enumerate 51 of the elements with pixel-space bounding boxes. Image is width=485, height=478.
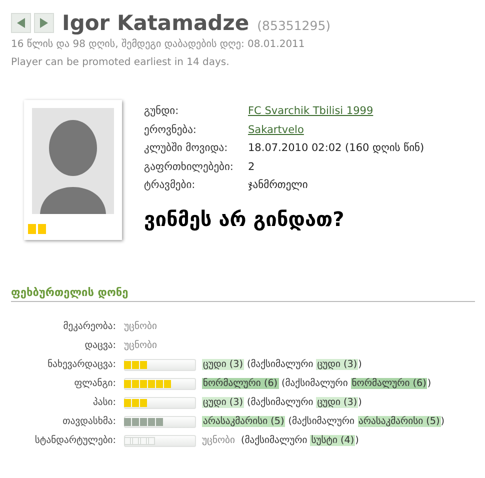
max-label: (მაქსიმალური <box>288 416 354 427</box>
player-id: (85351295) <box>257 18 331 33</box>
max-label: (მაქსიმალური <box>240 435 308 446</box>
skill-rating: უცნობი <box>202 435 235 446</box>
skill-rating: ცუდი (3) <box>202 359 244 370</box>
skill-label: სტანდარტულები: <box>34 435 116 446</box>
skill-value: უცნობი <box>124 340 157 351</box>
info-link[interactable]: FC Svarchik Tbilisi 1999 <box>248 102 424 120</box>
skill-rating: ნორმალური (6) <box>202 378 279 389</box>
max-label: (მაქსიმალური <box>246 359 314 370</box>
skill-label: თავდასხმა: <box>62 416 116 427</box>
info-link[interactable]: Sakartvelo <box>248 120 424 139</box>
skill-value: უცნობი <box>124 321 157 332</box>
slogan-text: ვინმეს არ გინდათ? <box>144 206 346 230</box>
right-triangle-icon <box>39 17 49 29</box>
promotion-text: Player can be promoted earliest in 14 days. <box>11 56 230 70</box>
max-rating: სუსტი (4) <box>310 435 356 446</box>
closing-parenthesis: ) <box>355 435 359 446</box>
info-value: 18.07.2010 02:02 (160 დღის წინ) <box>248 141 424 156</box>
skill-label: ნახევარდაცვა: <box>46 359 116 370</box>
max-rating: ნორმალური (6) <box>350 378 428 389</box>
closing-parenthesis: ) <box>358 359 362 370</box>
section-title: ფეხბურთელის დონე <box>11 286 475 302</box>
rating-squares-icon <box>28 224 48 234</box>
max-rating: არასაკმარისი (5) <box>358 416 441 427</box>
skill-rating: ცუდი (3) <box>202 397 244 408</box>
info-value: 2 <box>248 160 256 174</box>
previous-button[interactable] <box>11 13 31 33</box>
skill-rating: არასაკმარისი (5) <box>202 416 286 427</box>
next-button[interactable] <box>34 13 54 33</box>
info-label: ეროვნება: <box>144 122 198 138</box>
skill-label: მეკარეობა: <box>62 321 116 332</box>
info-label: კლუბში მოვიდა: <box>144 141 229 156</box>
info-value: ჯანმრთელი <box>248 178 309 193</box>
avatar-silhouette-icon <box>32 108 114 214</box>
max-label: (მაქსიმალური <box>282 378 348 389</box>
closing-parenthesis: ) <box>358 397 362 408</box>
info-label: ტრავმები: <box>144 178 196 193</box>
max-rating: ცუდი (3) <box>316 397 358 408</box>
closing-parenthesis: ) <box>440 416 445 427</box>
max-rating: ცუდი (3) <box>316 359 358 370</box>
age-text: 16 წლის და 98 დღის, შემდეგი დაბადების დღე: 08.01.2011 <box>11 38 306 52</box>
max-label: (მაქსიმალური <box>246 397 314 408</box>
skill-label: დაცვა: <box>84 340 116 351</box>
skill-label: ფლანგი: <box>73 378 116 389</box>
player-name: Igor Katamadze <box>62 11 250 35</box>
info-label: გაფრთხილებები: <box>144 160 234 174</box>
left-triangle-icon <box>16 17 26 29</box>
skill-label: პასი: <box>92 397 116 408</box>
info-label: გუნდი: <box>144 104 180 119</box>
closing-parenthesis: ) <box>427 378 432 389</box>
